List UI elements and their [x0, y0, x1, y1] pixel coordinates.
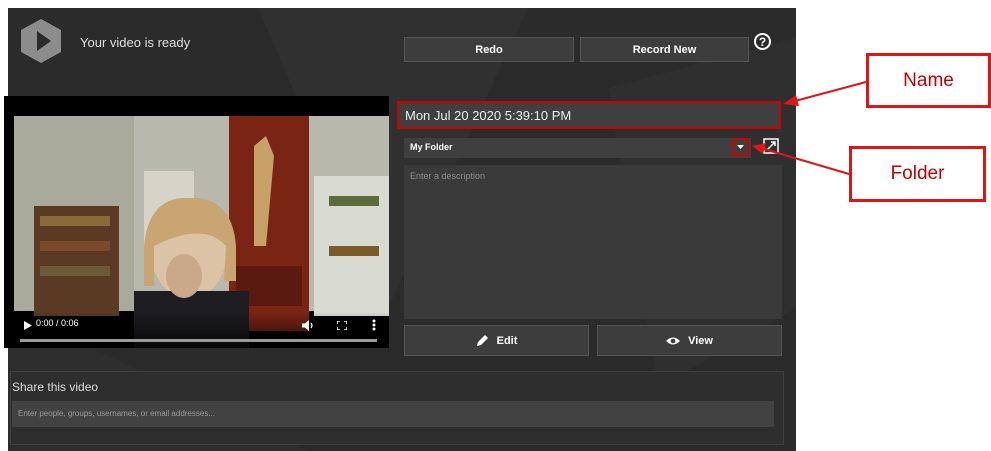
video-thumbnail — [14, 116, 389, 348]
view-label: View — [688, 334, 713, 347]
record-new-button[interactable]: Record New — [580, 37, 749, 62]
video-name-field[interactable]: Mon Jul 20 2020 5:39:10 PM — [397, 101, 781, 129]
share-input[interactable]: Enter people, groups, usernames, or emai… — [12, 401, 774, 427]
folder-select[interactable]: My Folder — [404, 138, 751, 158]
status-text: Your video is ready — [80, 35, 191, 50]
chevron-down-icon — [737, 145, 744, 149]
share-title: Share this video — [12, 380, 99, 394]
progress-track[interactable] — [20, 339, 377, 342]
redo-button[interactable]: Redo — [404, 37, 574, 62]
description-field[interactable]: Enter a description — [404, 165, 782, 319]
fullscreen-icon[interactable] — [337, 321, 347, 330]
play-icon[interactable] — [24, 321, 32, 330]
edit-button[interactable]: Edit — [404, 325, 589, 356]
eye-icon — [666, 337, 681, 344]
folder-callout: Folder — [849, 146, 986, 202]
view-button[interactable]: View — [597, 325, 782, 356]
pencil-icon — [476, 335, 488, 346]
edit-label: Edit — [496, 334, 518, 347]
playback-time: 0:00 / 0:06 — [36, 318, 79, 328]
folder-dropdown-button[interactable] — [732, 138, 749, 156]
panopto-logo-icon — [21, 19, 61, 63]
name-callout: Name — [866, 53, 991, 108]
volume-icon[interactable] — [302, 320, 314, 331]
video-player[interactable]: 0:00 / 0:06 — [4, 96, 389, 348]
help-icon[interactable]: ? — [754, 33, 771, 50]
more-options-icon[interactable] — [372, 319, 376, 331]
expand-icon[interactable] — [763, 138, 779, 154]
